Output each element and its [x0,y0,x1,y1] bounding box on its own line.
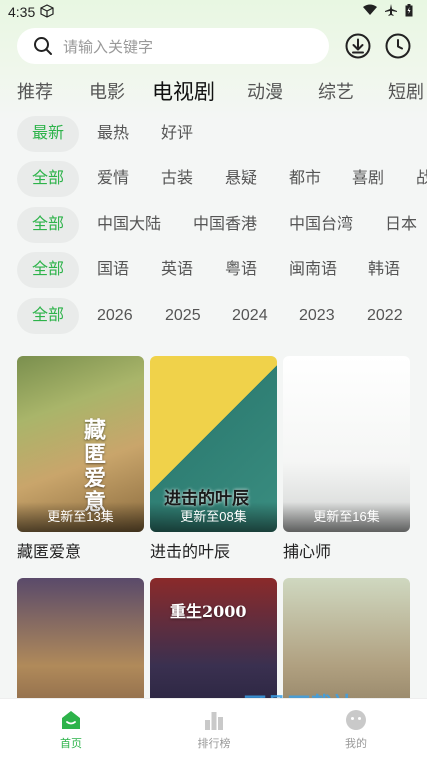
video-card[interactable] [283,578,410,698]
video-title[interactable]: 进击的叶辰 [150,538,277,562]
episode-badge: 更新至08集 [150,502,277,532]
nav-ranking[interactable]: 排行榜 [174,709,254,751]
episode-badge: 更新至16集 [283,502,410,532]
region-filter-row: 全部 中国大陆 中国香港 中国台湾 日本 [0,207,427,243]
filter-year-2023[interactable]: 2023 [299,298,335,334]
airplane-icon [385,4,397,20]
filter-genre-urban[interactable]: 都市 [289,161,321,197]
tab-anime[interactable]: 动漫 [247,78,283,104]
video-card[interactable]: 更新至16集 捕心师 [283,356,410,562]
video-title[interactable]: 藏匿爱意 [17,538,144,562]
video-card[interactable]: 重生2000 [150,578,277,698]
genre-filter-row: 全部 爱情 古装 悬疑 都市 喜剧 战 [0,161,427,197]
filter-year-2025[interactable]: 2025 [165,298,201,334]
filter-sort-top-rated[interactable]: 好评 [161,116,193,152]
app-notification-icon [40,4,54,21]
nav-home-label: 首页 [60,738,82,750]
nav-profile-label: 我的 [345,738,367,750]
category-tabs: 推荐 电影 电视剧 动漫 综艺 短剧 [0,74,427,104]
filter-year-2024[interactable]: 2024 [232,298,268,334]
filter-genre-mystery[interactable]: 悬疑 [225,161,257,197]
language-filter-row: 全部 国语 英语 粤语 闽南语 韩语 [0,252,427,288]
filter-region-japan[interactable]: 日本 [385,207,417,243]
filter-lang-mandarin[interactable]: 国语 [97,252,129,288]
video-poster[interactable] [283,578,410,698]
nav-home[interactable]: 首页 [31,709,111,751]
filter-lang-all[interactable]: 全部 [17,252,80,288]
filter-genre-war[interactable]: 战 [416,161,427,197]
tab-variety[interactable]: 综艺 [318,78,354,104]
video-card[interactable]: 藏匿爱意 更新至13集 藏匿爱意 [17,356,144,562]
video-card[interactable] [17,578,144,698]
filter-year-2022[interactable]: 2022 [367,298,403,334]
filter-lang-cantonese[interactable]: 粤语 [225,252,257,288]
sort-filter-row: 最新 最热 好评 [0,116,427,152]
episode-badge: 更新至13集 [17,502,144,532]
filter-genre-comedy[interactable]: 喜剧 [352,161,384,197]
download-icon[interactable] [345,33,371,59]
video-poster[interactable]: 重生2000 [150,578,277,698]
poster-title-art: 藏匿爱意 [80,418,106,514]
tab-tv-series[interactable]: 电视剧 [152,76,215,104]
filter-region-all[interactable]: 全部 [17,207,80,243]
search-placeholder: 请输入关键字 [63,38,154,56]
nav-ranking-label: 排行榜 [197,738,231,750]
filter-genre-costume[interactable]: 古装 [161,161,193,197]
battery-icon [405,4,413,20]
filter-genre-all[interactable]: 全部 [17,161,80,197]
video-grid-row: 重生2000 [0,578,427,698]
tab-short-drama[interactable]: 短剧 [388,78,424,104]
status-time: 4:35 [8,4,36,20]
video-poster[interactable]: 藏匿爱意 更新至13集 [17,356,144,532]
video-title[interactable]: 捕心师 [283,538,410,562]
poster-title-art: 重生2000 [170,602,247,621]
year-filter-row: 全部 2026 2025 2024 2023 2022 [0,298,427,334]
video-card[interactable]: 进击的叶辰 更新至08集 进击的叶辰 [150,356,277,562]
filter-region-taiwan[interactable]: 中国台湾 [289,207,353,243]
video-poster[interactable]: 更新至16集 [283,356,410,532]
nav-profile[interactable]: 我的 [316,709,396,751]
wifi-icon [363,4,377,20]
filter-lang-english[interactable]: 英语 [161,252,193,288]
profile-icon [346,710,366,730]
home-icon [62,711,80,729]
filter-genre-romance[interactable]: 爱情 [97,161,129,197]
bottom-navigation: 首页 排行榜 我的 [0,698,427,759]
filter-year-all[interactable]: 全部 [17,298,80,334]
filter-lang-korean[interactable]: 韩语 [368,252,400,288]
filter-year-2026[interactable]: 2026 [97,298,133,334]
video-poster[interactable]: 进击的叶辰 更新至08集 [150,356,277,532]
status-bar: 4:35 [0,0,427,24]
filter-region-hongkong[interactable]: 中国香港 [193,207,257,243]
search-icon [34,37,52,55]
tab-movies[interactable]: 电影 [89,78,125,104]
filter-lang-minnan[interactable]: 闽南语 [289,252,337,288]
search-row: 请输入关键字 [0,28,427,64]
search-input[interactable]: 请输入关键字 [17,28,329,64]
video-poster[interactable] [17,578,144,698]
history-icon[interactable] [385,33,411,59]
tab-recommend[interactable]: 推荐 [17,78,53,104]
filter-sort-hottest[interactable]: 最热 [97,116,129,152]
ranking-icon [205,712,223,730]
filter-sort-latest[interactable]: 最新 [17,116,80,152]
filter-region-mainland[interactable]: 中国大陆 [97,207,161,243]
